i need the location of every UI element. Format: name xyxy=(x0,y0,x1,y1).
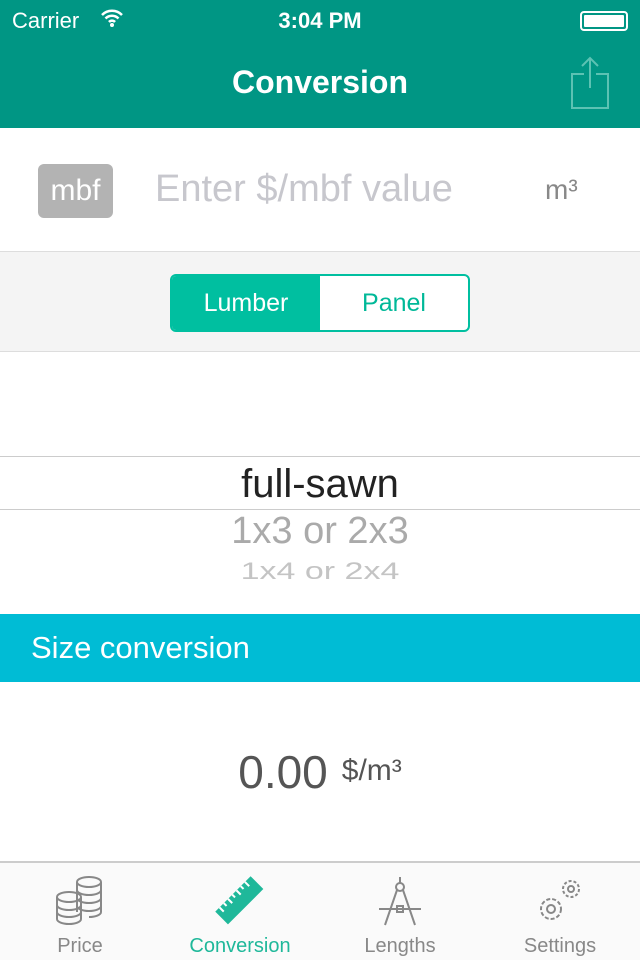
picker-item[interactable]: full-sawn xyxy=(0,462,640,507)
segment-panel[interactable]: Panel xyxy=(320,276,468,330)
tab-label: Conversion xyxy=(189,935,291,957)
type-segmented-control[interactable]: Lumber Panel xyxy=(170,274,470,332)
tab-conversion[interactable]: Conversion xyxy=(160,863,320,960)
tab-lengths[interactable]: Lengths xyxy=(320,863,480,960)
compass-icon xyxy=(379,877,421,926)
price-input-row: mbf Enter $/mbf value m³ xyxy=(0,128,640,252)
tab-price[interactable]: Price xyxy=(0,863,160,960)
picker-item[interactable]: 1x4 or 2x4 xyxy=(0,558,640,585)
share-icon[interactable] xyxy=(570,56,610,110)
segment-lumber[interactable]: Lumber xyxy=(172,276,320,330)
page-title: Conversion xyxy=(231,64,409,100)
tab-label: Price xyxy=(57,935,103,957)
tab-label: Lengths xyxy=(364,935,436,957)
picker-item[interactable]: 1x3 or 2x3 xyxy=(0,510,640,553)
section-header: Size conversion xyxy=(0,614,640,682)
result-unit: $/m³ xyxy=(341,754,402,787)
result-value: 0.00 xyxy=(238,746,328,798)
picker-divider xyxy=(0,456,640,457)
unit-badge[interactable]: mbf xyxy=(38,164,113,218)
coins-icon xyxy=(56,876,102,925)
target-unit-button[interactable]: m³ xyxy=(545,174,578,206)
size-picker[interactable]: full-sawn 1x3 or 2x3 1x4 or 2x4 xyxy=(0,352,640,614)
status-bar: Carrier 3:04 PM xyxy=(0,0,640,40)
tab-settings[interactable]: Settings xyxy=(480,863,640,960)
clock: 3:04 PM xyxy=(278,8,362,33)
battery-icon xyxy=(580,11,628,31)
ruler-icon xyxy=(215,876,264,925)
gears-icon xyxy=(540,880,580,920)
result-display: 0.00 $/m³ xyxy=(0,745,640,799)
tab-bar: Price Conversion Lengths Settings xyxy=(0,861,640,960)
price-input[interactable]: Enter $/mbf value xyxy=(155,168,453,211)
nav-bar: Conversion xyxy=(0,40,640,128)
type-selector-row: Lumber Panel xyxy=(0,252,640,352)
tab-label: Settings xyxy=(523,935,597,957)
